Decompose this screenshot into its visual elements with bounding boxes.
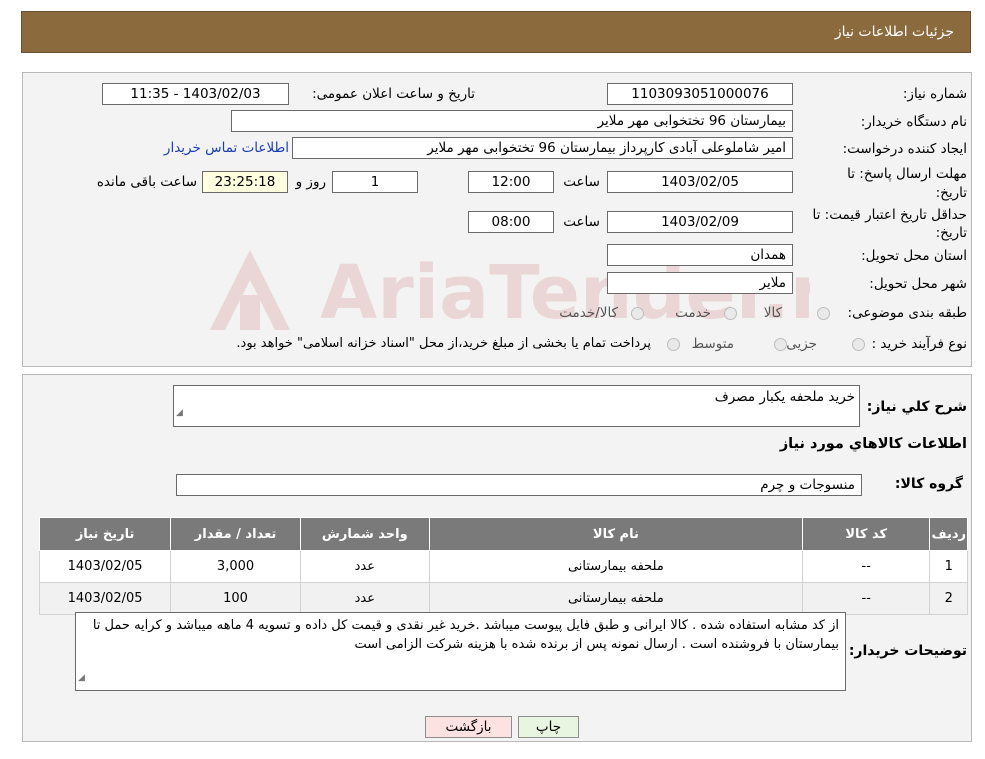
cell-qty: 100: [170, 582, 301, 615]
cell-qty: 3,000: [170, 550, 301, 583]
cell-unit: عدد: [299, 582, 430, 615]
cell-name: ملحفه بیمارستانی: [428, 582, 804, 615]
creator-field: امیر شاملوعلی آبادی کارپرداز بیمارستان 9…: [292, 137, 793, 159]
summary-field: خرید ملحفه یکبار مصرف ◢: [173, 385, 860, 427]
cell-name: ملحفه بیمارستانی: [428, 550, 804, 583]
col-qty: تعداد / مقدار: [170, 517, 301, 551]
col-code: کد کالا: [802, 517, 931, 551]
goods-group-field: منسوجات و چرم: [176, 474, 862, 496]
category-option-goods-service: کالا/خدمت: [559, 305, 618, 321]
city-field: ملایر: [607, 272, 793, 294]
buyer-notes-text: از کد مشابه استفاده شده . کالا ایرانی و …: [92, 618, 839, 652]
table-row: 1 -- ملحفه بیمارستانی عدد 3,000 1403/02/…: [38, 550, 968, 583]
table-header-row: رديف کد کالا نام کالا واحد شمارش تعداد /…: [38, 517, 968, 551]
reply-deadline-label-2: تاریخ:: [935, 185, 967, 201]
cell-code: --: [802, 582, 931, 615]
reply-time-field: 12:00: [468, 171, 554, 193]
reply-time-label: ساعت: [563, 174, 600, 190]
creator-label: ایجاد کننده درخواست:: [842, 141, 967, 157]
province-label: استان محل تحویل:: [861, 248, 967, 264]
cell-row: 1: [929, 550, 968, 583]
announce-label: تاریخ و ساعت اعلان عمومی:: [312, 86, 475, 102]
summary-label: شرح کلي نياز:: [866, 399, 967, 415]
validity-label: حداقل تاریخ اعتبار قیمت: تا: [812, 207, 967, 223]
items-table-wrap: رديف کد کالا نام کالا واحد شمارش تعداد /…: [38, 517, 968, 615]
goods-info-title: اطلاعات کالاهاي مورد نياز: [779, 436, 967, 452]
category-option-service: خدمت: [675, 305, 711, 321]
col-name: نام کالا: [428, 517, 804, 551]
buyer-contact-link[interactable]: اطلاعات تماس خریدار: [164, 140, 289, 156]
process-option-medium: متوسط: [691, 336, 734, 352]
province-field: همدان: [607, 244, 793, 266]
city-label: شهر محل تحویل:: [869, 276, 967, 292]
reply-date-field: 1403/02/05: [607, 171, 793, 193]
need-number-field: 1103093051000076: [607, 83, 793, 105]
validity-date-field: 1403/02/09: [607, 211, 793, 233]
days-label: روز و: [295, 174, 326, 190]
items-table: رديف کد کالا نام کالا واحد شمارش تعداد /…: [38, 517, 968, 615]
need-number-label: شماره نیاز:: [902, 86, 967, 102]
reply-deadline-label: مهلت ارسال پاسخ: تا: [847, 166, 967, 182]
process-label: نوع فرآیند خرید :: [871, 336, 967, 352]
buyer-org-label: نام دستگاه خریدار:: [860, 114, 967, 130]
resize-handle-icon[interactable]: ◢: [176, 402, 183, 424]
days-field: 1: [332, 171, 418, 193]
category-radio-service[interactable]: [724, 307, 737, 320]
cell-code: --: [802, 550, 931, 583]
col-row: رديف: [929, 517, 968, 551]
process-radio-medium[interactable]: [774, 338, 787, 351]
resize-handle-icon[interactable]: ◢: [78, 669, 85, 688]
page-title: جزئیات اطلاعات نیاز: [834, 24, 954, 40]
summary-text: خرید ملحفه یکبار مصرف: [714, 389, 855, 405]
process-note: پرداخت تمام یا بخشی از مبلغ خرید،از محل …: [236, 336, 651, 351]
print-button[interactable]: چاپ: [518, 716, 579, 738]
buyer-notes-field: از کد مشابه استفاده شده . کالا ایرانی و …: [75, 612, 846, 691]
validity-time-field: 08:00: [468, 211, 554, 233]
category-option-goods: کالا: [763, 305, 782, 321]
col-unit: واحد شمارش: [299, 517, 430, 551]
announce-field: 1403/02/03 - 11:35: [102, 83, 289, 105]
category-radio-goods[interactable]: [817, 307, 830, 320]
process-option-minor: جزیی: [786, 336, 817, 352]
remaining-time-field: 23:25:18: [202, 171, 288, 193]
process-radio-minor[interactable]: [852, 338, 865, 351]
remaining-time-label: ساعت باقی مانده: [96, 174, 197, 190]
table-row: 2 -- ملحفه بیمارستانی عدد 100 1403/02/05: [38, 582, 968, 615]
page-header: جزئیات اطلاعات نیاز: [21, 11, 971, 53]
validity-time-label: ساعت: [563, 214, 600, 230]
cell-row: 2: [929, 582, 968, 615]
buyer-notes-label: توضیحات خریدار:: [848, 643, 967, 659]
goods-group-label: گروه کالا:: [894, 476, 963, 492]
category-label: طبقه بندی موضوعی:: [847, 305, 967, 321]
category-radio-goods-service[interactable]: [631, 307, 644, 320]
process-radio-treasury[interactable]: [667, 338, 680, 351]
back-button[interactable]: بازگشت: [425, 716, 512, 738]
cell-unit: عدد: [299, 550, 430, 583]
buyer-org-field: بیمارستان 96 تختخوابی مهر ملایر: [231, 110, 793, 132]
col-date: تاریخ نیاز: [38, 517, 172, 551]
validity-label-2: تاریخ:: [935, 225, 967, 241]
cell-date: 1403/02/05: [38, 582, 172, 615]
cell-date: 1403/02/05: [38, 550, 172, 583]
